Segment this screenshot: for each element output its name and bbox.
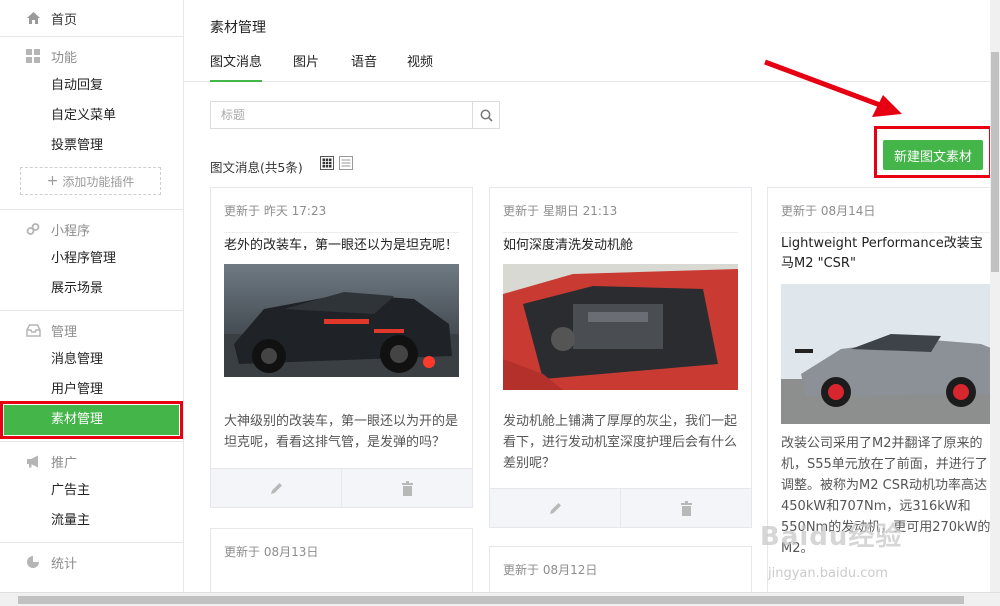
card-description: 发动机舱上铺满了厚厚的灰尘，我们一起看下，进行发动机室深度护理后会有什么差别呢？ [503,414,738,471]
card-actions [211,468,472,507]
horizontal-scrollbar[interactable] [0,592,1000,606]
edit-button[interactable] [490,489,620,527]
grid-icon [24,49,42,63]
tab-bar: 图文消息 图片 语音 视频 [184,46,990,82]
trash-icon [401,481,413,496]
sidebar-item-mini-program-manage[interactable]: 小程序管理 [0,244,183,274]
card-date: 更新于 星期日 21:13 [503,204,618,218]
search-icon [480,109,493,122]
sidebar: 首页 功能 自动回复 自定义菜单 投票管理 + 添加功能插件 小程序 小程序管理… [0,0,184,606]
article-card[interactable]: 更新于 星期日 21:13 如何深度清洗发动机舱 发动机舱上铺满了厚厚的灰尘，我… [489,187,752,528]
sidebar-home-label: 首页 [51,12,78,28]
sidebar-item-users[interactable]: 用户管理 [0,375,183,405]
article-card[interactable]: 更新于 08月13日 [210,528,473,592]
vertical-scrollbar[interactable] [990,0,1000,592]
delete-button[interactable] [341,469,472,507]
page-title: 素材管理 [210,20,266,36]
mini-program-icon [24,222,42,236]
tab-video[interactable]: 视频 [407,46,433,82]
sidebar-group-statistics[interactable]: 统计 [0,547,183,577]
card-cover-image [781,284,990,424]
card-description: 大神级别的改装车，第一眼还以为开的是坦克呢，看看这排气管，是发弹的吗？ [224,414,459,450]
new-article-button[interactable]: 新建图文素材 [883,140,983,170]
card-cover-image [224,264,459,377]
vertical-scroll-thumb[interactable] [991,52,999,272]
group-label: 统计 [51,556,78,572]
tab-articles[interactable]: 图文消息 [210,46,263,82]
plus-icon: + [46,173,59,189]
sidebar-item-vote[interactable]: 投票管理 [0,131,183,161]
sidebar-item-messages[interactable]: 消息管理 [0,345,183,375]
sidebar-item-display-scene[interactable]: 展示场景 [0,274,183,304]
pie-chart-icon [24,555,42,569]
sidebar-group-promotion: 推广 [0,446,183,476]
baidu-watermark-url: jingyan.baidu.com [768,566,888,581]
edit-button[interactable] [211,469,341,507]
card-date: 更新于 08月14日 [781,204,876,218]
card-title: Lightweight Performance改装宝马M2 "CSR" [781,232,990,272]
sidebar-group-functions: 功能 [0,41,183,71]
card-date: 更新于 昨天 17:23 [224,204,327,218]
card-date: 更新于 08月12日 [503,563,598,577]
article-count: 图文消息(共5条) [210,160,303,175]
search-box [210,101,500,129]
card-title: 老外的改装车，第一眼还以为是坦克呢！ [224,232,459,250]
card-date: 更新于 08月13日 [224,545,319,559]
group-label: 小程序 [51,223,91,239]
card-title: 如何深度清洗发动机舱 [503,232,738,250]
inbox-icon [24,323,42,337]
group-label: 推广 [51,455,78,471]
tab-voice[interactable]: 语音 [351,46,377,82]
sidebar-item-traffic-owner[interactable]: 流量主 [0,506,183,536]
article-card[interactable]: 更新于 08月12日 [489,546,752,592]
sidebar-item-materials[interactable]: 素材管理 [0,401,183,439]
horizontal-scroll-thumb[interactable] [18,596,964,604]
sidebar-home[interactable]: 首页 [0,0,183,36]
tab-images[interactable]: 图片 [293,46,319,82]
card-actions [490,488,751,527]
sidebar-group-manage: 管理 [0,315,183,345]
search-button[interactable] [472,102,499,128]
article-card[interactable]: 更新于 昨天 17:23 老外的改装车，第一眼还以为是坦克呢！ 大神级别的改装车… [210,187,473,508]
baidu-watermark-logo: Baidu经验 [760,522,903,552]
add-plugin-button[interactable]: + 添加功能插件 [20,167,161,195]
list-view-icon[interactable] [339,156,353,170]
megaphone-icon [24,455,42,468]
sidebar-item-advertiser[interactable]: 广告主 [0,476,183,506]
group-label: 管理 [51,324,78,340]
delete-button[interactable] [620,489,751,527]
sidebar-item-auto-reply[interactable]: 自动回复 [0,71,183,101]
trash-icon [680,501,692,516]
search-input[interactable] [211,102,471,128]
sidebar-item-custom-menu[interactable]: 自定义菜单 [0,101,183,131]
card-cover-image [503,264,738,390]
group-label: 功能 [51,50,78,66]
grid-view-icon[interactable] [320,156,334,170]
pencil-icon [270,483,282,494]
sidebar-group-mini-program: 小程序 [0,214,183,244]
home-icon [24,11,42,25]
add-plugin-label: 添加功能插件 [62,174,135,189]
pencil-icon [549,503,561,514]
main-content: 素材管理 图文消息 图片 语音 视频 图文消息(共5条) 新建图文素材 更新于 … [184,0,990,592]
